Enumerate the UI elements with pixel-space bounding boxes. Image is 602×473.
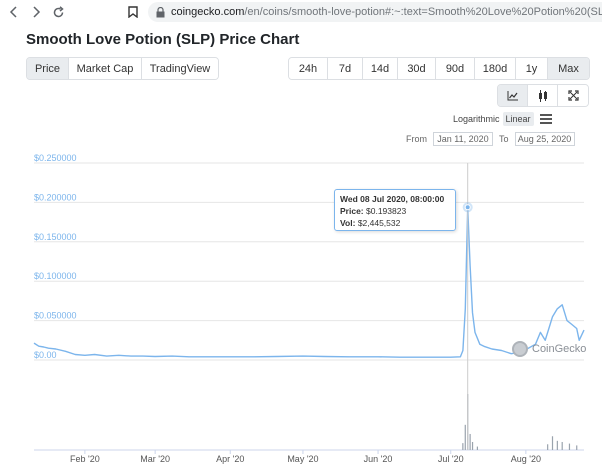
range-14d[interactable]: 14d	[363, 58, 398, 79]
tooltip-date: Wed 08 Jul 2020, 08:00:00	[340, 194, 445, 204]
x-tick-label: Feb '20	[70, 454, 100, 464]
volume-bar	[476, 446, 478, 450]
url-host: coingecko.com	[171, 6, 245, 18]
browser-toolbar: coingecko.com/en/coins/smooth-love-potio…	[0, 0, 602, 24]
volume-bar	[469, 433, 471, 450]
candlestick-icon[interactable]	[528, 85, 558, 106]
range-1y[interactable]: 1y	[516, 58, 548, 79]
hover-marker	[464, 204, 471, 211]
chart-type-tabs: Price Market Cap TradingView	[26, 57, 219, 80]
reload-icon[interactable]	[50, 4, 66, 20]
y-tick-label: $0.100000	[34, 271, 77, 281]
x-tick-label: Aug '20	[511, 454, 541, 464]
range-max[interactable]: Max	[548, 58, 589, 79]
to-date-input[interactable]: Aug 25, 2020	[514, 132, 575, 146]
menu-icon[interactable]	[539, 114, 552, 124]
y-tick-label: $0.250000	[34, 153, 77, 163]
tab-tradingview[interactable]: TradingView	[142, 58, 218, 79]
scale-linear[interactable]: Linear	[502, 112, 534, 126]
tab-price[interactable]: Price	[27, 58, 69, 79]
watermark-text: CoinGecko	[532, 343, 587, 355]
range-180d[interactable]: 180d	[475, 58, 516, 79]
range-24h[interactable]: 24h	[289, 58, 328, 79]
address-bar[interactable]: coingecko.com/en/coins/smooth-love-potio…	[148, 2, 602, 22]
date-range: From Jan 11, 2020 To Aug 25, 2020	[406, 132, 581, 146]
y-tick-label: $0.200000	[34, 192, 77, 202]
coingecko-watermark: CoinGecko	[512, 341, 586, 357]
tooltip-volume: Vol: $2,445,532	[340, 218, 401, 228]
price-series-line	[33, 206, 585, 358]
volume-bar	[464, 424, 466, 450]
chart-tools	[497, 84, 589, 107]
from-label: From	[406, 134, 427, 144]
volume-bar	[551, 436, 554, 450]
page-title: Smooth Love Potion (SLP) Price Chart	[26, 31, 300, 48]
forward-icon[interactable]	[28, 4, 44, 20]
x-tick-label: Jun '20	[364, 454, 393, 464]
x-tick-label: Mar '20	[140, 454, 170, 464]
from-date-input[interactable]: Jan 11, 2020	[433, 132, 493, 146]
url-path: /en/coins/smooth-love-potion#:~:text=Smo…	[244, 6, 602, 18]
y-tick-label: $0.150000	[34, 232, 77, 242]
volume-bar	[471, 441, 474, 450]
scale-logarithmic[interactable]: Logarithmic	[450, 112, 503, 126]
volume-bar	[547, 444, 549, 450]
back-icon[interactable]	[6, 4, 22, 20]
fullscreen-icon[interactable]	[558, 85, 588, 106]
price-chart-svg: $0.250000 $0.200000 $0.150000 $0.100000 $0.0…	[33, 153, 585, 464]
lock-icon	[156, 6, 165, 18]
coingecko-logo-icon	[512, 341, 528, 357]
bookmark-icon[interactable]	[125, 4, 141, 20]
range-7d[interactable]: 7d	[328, 58, 363, 79]
scale-selector: Logarithmic Linear	[450, 112, 552, 126]
y-tick-label: $0.050000	[34, 311, 77, 321]
volume-bar	[568, 443, 571, 450]
range-tabs: 24h 7d 14d 30d 90d 180d 1y Max	[288, 57, 590, 80]
volume-bar	[576, 445, 578, 450]
tooltip-price: Price: $0.193823	[340, 206, 407, 216]
range-90d[interactable]: 90d	[436, 58, 475, 79]
x-tick-label: Jul '20	[438, 454, 464, 464]
volume-bar	[561, 441, 563, 450]
chart-tooltip: Wed 08 Jul 2020, 08:00:00 Price: $0.1938…	[334, 189, 456, 231]
range-30d[interactable]: 30d	[398, 58, 436, 79]
x-tick-label: May '20	[287, 454, 318, 464]
volume-bar	[556, 440, 558, 450]
y-tick-label: $0.00	[34, 350, 57, 360]
volume-bar	[462, 443, 464, 450]
price-chart[interactable]: $0.250000 $0.200000 $0.150000 $0.100000 $0.0…	[0, 150, 602, 470]
tab-market-cap[interactable]: Market Cap	[69, 58, 142, 79]
line-chart-icon[interactable]	[498, 85, 528, 106]
to-label: To	[499, 134, 509, 144]
x-tick-label: Apr '20	[216, 454, 244, 464]
